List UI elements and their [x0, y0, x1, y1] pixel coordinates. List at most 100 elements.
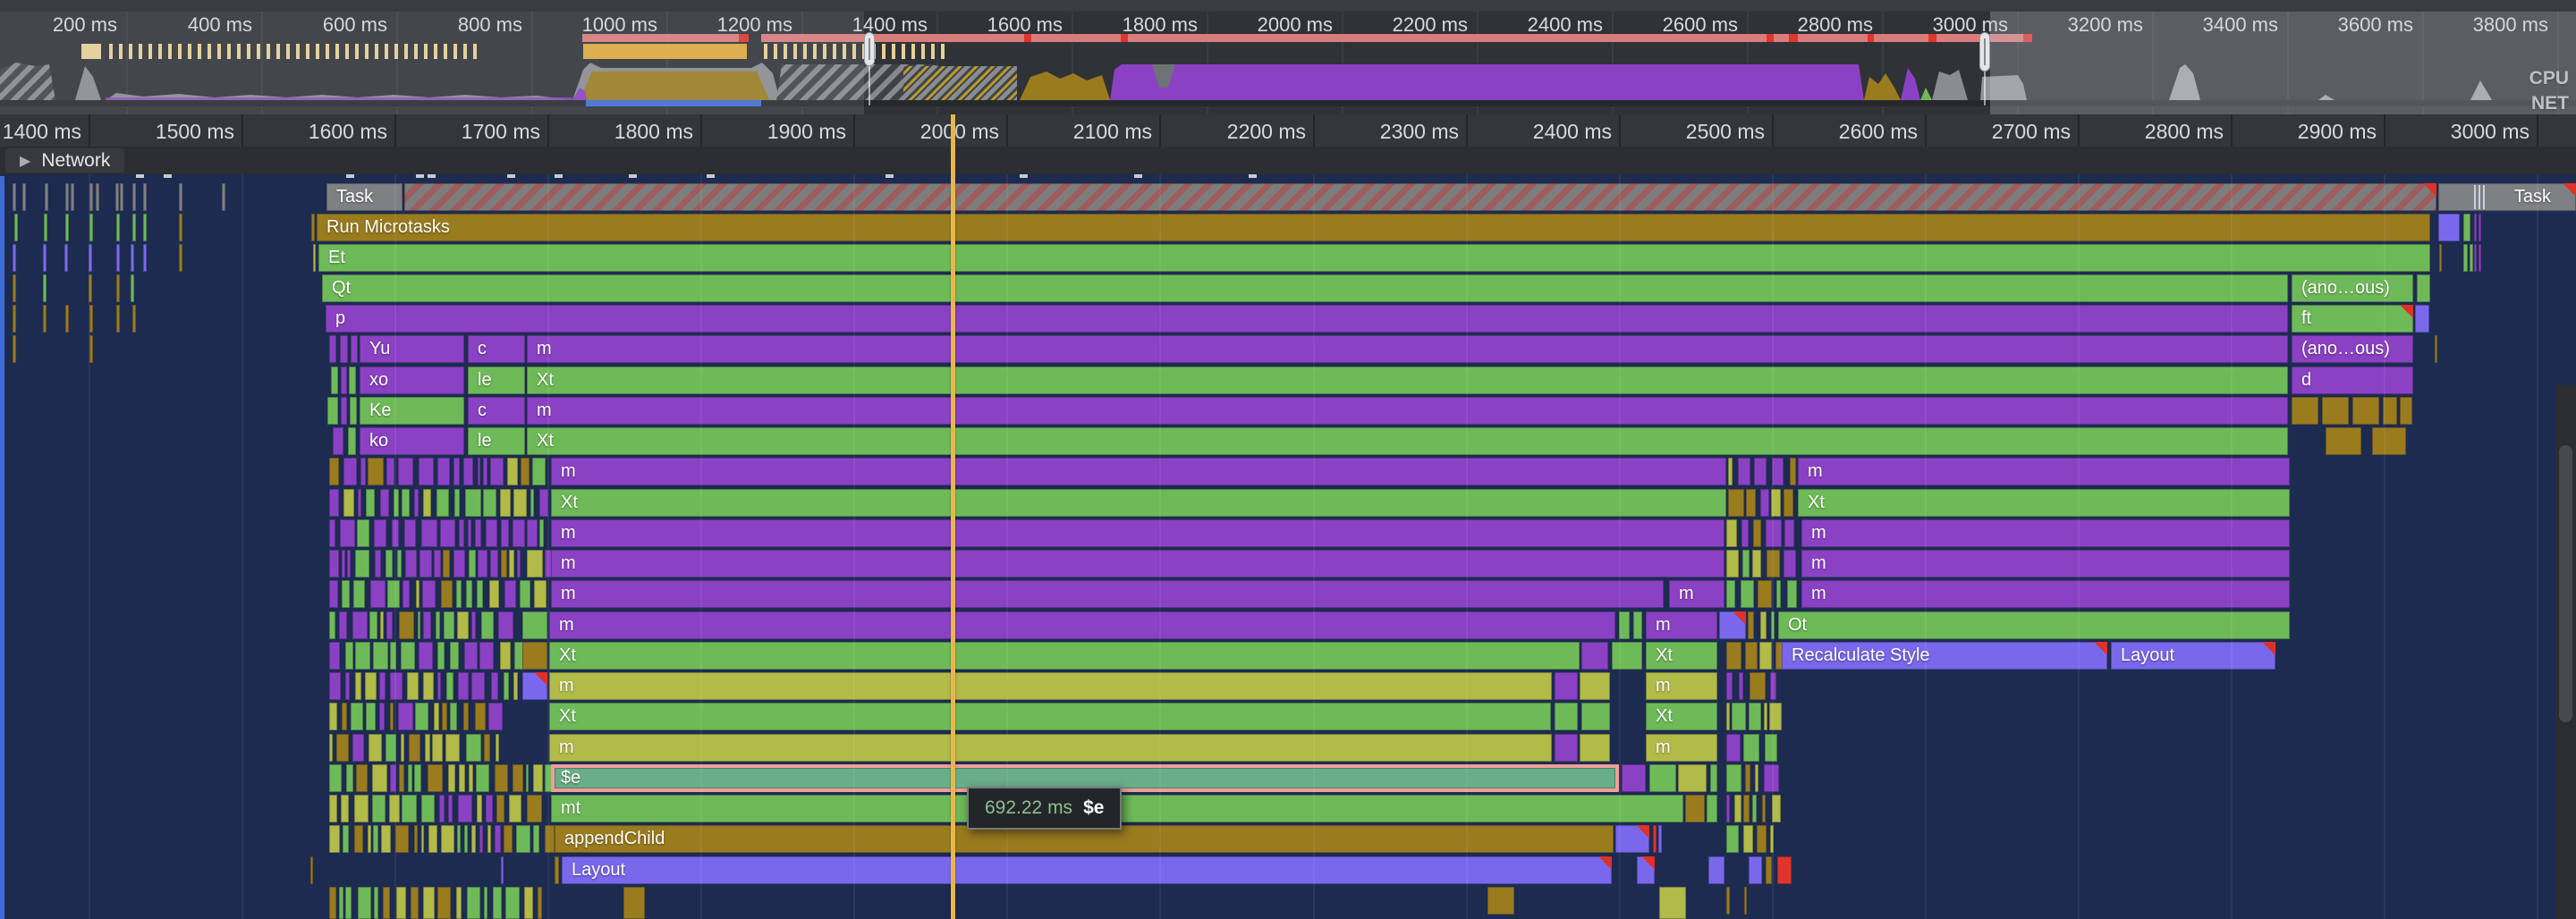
flame-bar[interactable] — [381, 825, 391, 853]
flame-bar[interactable] — [463, 703, 470, 730]
flame-bar[interactable] — [1726, 734, 1741, 762]
flame-bar[interactable] — [450, 703, 457, 730]
flame-bar[interactable] — [434, 550, 441, 578]
flame-bar[interactable] — [115, 183, 119, 211]
flame-bar[interactable] — [2439, 244, 2442, 272]
flame-bar[interactable] — [483, 458, 487, 485]
flame-bar[interactable] — [453, 458, 460, 485]
flame-bar-m[interactable]: m — [1646, 672, 1717, 700]
flame-bar[interactable] — [368, 458, 384, 485]
flame-bar[interactable] — [2383, 397, 2397, 425]
filmstrip-tick[interactable] — [385, 44, 388, 59]
selection-handle-left[interactable] — [864, 32, 875, 66]
flame-bar[interactable] — [422, 580, 436, 608]
flame-bar[interactable] — [380, 611, 383, 639]
flame-bar[interactable] — [437, 672, 441, 700]
flame-bar-p[interactable]: p — [326, 305, 2288, 333]
flame-bar[interactable] — [522, 611, 547, 639]
flame-bar[interactable] — [1750, 672, 1766, 700]
flame-bar[interactable] — [343, 825, 348, 853]
flame-bar[interactable] — [418, 611, 421, 639]
filmstrip-tick[interactable] — [306, 44, 309, 59]
flame-bar-xt[interactable]: Xt — [1646, 642, 1717, 670]
flame-bar[interactable] — [383, 887, 390, 919]
flame-bar[interactable] — [372, 795, 386, 822]
flame-bar[interactable] — [500, 489, 511, 517]
flame-bar[interactable] — [501, 550, 507, 578]
flame-bar[interactable] — [419, 550, 432, 578]
flame-bar[interactable] — [1726, 550, 1739, 578]
filmstrip-tick[interactable] — [813, 44, 817, 59]
flame-bar[interactable] — [1784, 519, 1793, 547]
flame-bar[interactable] — [1749, 703, 1761, 730]
flame-bar[interactable] — [329, 887, 336, 919]
flame-bar[interactable] — [446, 672, 453, 700]
selection-handle-right[interactable] — [1979, 32, 1990, 72]
flame-bar[interactable] — [394, 489, 398, 517]
filmstrip-tick[interactable] — [119, 44, 123, 59]
flame-bar[interactable] — [352, 611, 368, 639]
flame-bar[interactable] — [1748, 611, 1754, 639]
flame-bar[interactable] — [466, 580, 472, 608]
flame-bar[interactable] — [179, 244, 182, 272]
filmstrip-tick[interactable] — [941, 44, 945, 59]
flame-bar[interactable] — [555, 856, 559, 884]
flame-bar[interactable] — [1732, 703, 1746, 730]
filmstrip-tick[interactable] — [793, 44, 797, 59]
timeline-overview[interactable]: 200 ms400 ms600 ms800 ms1000 ms1200 ms14… — [0, 0, 2576, 114]
flame-bar[interactable] — [1580, 672, 1610, 700]
detail-time-ruler[interactable]: 1400 ms1500 ms1600 ms1700 ms1800 ms1900 … — [0, 114, 2576, 147]
filmstrip-tick[interactable] — [434, 44, 437, 59]
flame-bar[interactable] — [2435, 335, 2437, 363]
flame-bar[interactable] — [345, 887, 352, 919]
filmstrip-tick[interactable] — [931, 44, 935, 59]
flame-bar[interactable] — [453, 550, 466, 578]
flame-bar[interactable] — [1743, 825, 1753, 853]
flame-bar[interactable] — [498, 611, 513, 639]
flame-bar[interactable] — [65, 214, 69, 241]
filmstrip-tick[interactable] — [247, 44, 250, 59]
flame-bar[interactable] — [1753, 519, 1761, 547]
flame-bar[interactable] — [369, 734, 382, 762]
filmstrip-tick[interactable] — [414, 44, 418, 59]
flame-bar-m[interactable]: m — [527, 397, 2288, 425]
flame-bar[interactable] — [411, 887, 419, 919]
filmstrip-tick[interactable] — [257, 44, 260, 59]
flame-bar[interactable] — [483, 489, 496, 517]
flame-bar[interactable] — [2470, 244, 2473, 272]
flame-bar[interactable] — [442, 703, 447, 730]
flame-bar[interactable] — [341, 397, 347, 425]
flame-bar[interactable] — [2463, 244, 2468, 272]
flame-bar[interactable] — [336, 734, 349, 762]
flame-bar[interactable] — [450, 642, 459, 670]
flame-bar[interactable] — [313, 244, 316, 272]
flame-bar[interactable] — [116, 274, 120, 302]
flame-bar[interactable] — [390, 764, 396, 792]
flame-bar[interactable] — [372, 764, 387, 792]
flame-bar[interactable] — [520, 580, 530, 608]
flame-bar[interactable] — [465, 489, 481, 517]
filmstrip-tick[interactable] — [892, 44, 895, 59]
flame-bar[interactable] — [477, 580, 483, 608]
flame-bar[interactable] — [132, 305, 136, 333]
flame-bar[interactable] — [477, 795, 482, 822]
flame-bar[interactable] — [116, 214, 120, 241]
flame-bar[interactable] — [441, 580, 453, 608]
flame-bar[interactable] — [423, 672, 434, 700]
flame-bar[interactable] — [375, 550, 381, 578]
flame-bar-m[interactable]: m — [1798, 458, 2290, 485]
flame-bar[interactable] — [1555, 734, 1578, 762]
flame-bar[interactable] — [2417, 274, 2430, 302]
flame-bar[interactable] — [490, 458, 504, 485]
flame-bar[interactable] — [466, 734, 481, 762]
flame-bar-task[interactable]: Task — [326, 183, 402, 211]
flame-bar[interactable] — [423, 489, 431, 517]
flame-bar[interactable] — [341, 795, 349, 822]
flame-bar[interactable] — [527, 519, 538, 547]
flame-bar[interactable] — [1770, 672, 1776, 700]
flame-bar-m[interactable]: m — [551, 519, 1724, 547]
flame-bar[interactable] — [501, 856, 504, 884]
flame-bar[interactable] — [1726, 672, 1733, 700]
flame-bar-qt[interactable]: Qt — [322, 274, 2288, 302]
flame-bar[interactable] — [436, 611, 440, 639]
